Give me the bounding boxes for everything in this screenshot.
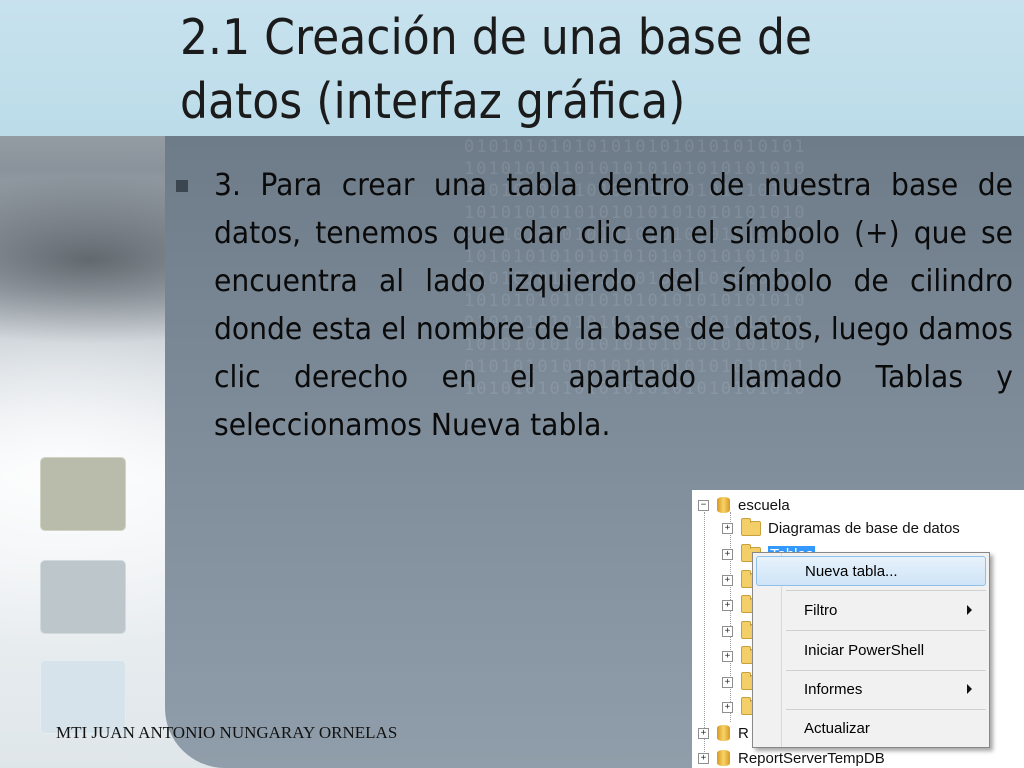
menu-separator [786,630,986,631]
menu-item-filtro[interactable]: Filtro [756,595,984,625]
expand-icon[interactable]: + [698,752,709,764]
database-cylinder-icon [717,725,730,741]
menu-item-label: Nueva tabla... [805,562,898,580]
menu-separator [786,709,986,710]
tree-node-label: Diagramas de base de datos [768,519,960,537]
expand-icon[interactable]: + [722,676,733,688]
expand-icon[interactable]: + [722,650,733,662]
submenu-arrow-icon [967,684,972,694]
menu-item-actualizar[interactable]: Actualizar [756,713,984,743]
menu-separator [786,670,986,671]
submenu-arrow-icon [967,605,972,615]
menu-item-label: Actualizar [804,719,870,737]
tree-node-diagrams[interactable]: + Diagramas de base de datos [722,517,960,539]
tree-node-database-partial[interactable]: + ReportServerTempDB [698,747,885,768]
expand-icon[interactable]: + [722,701,733,713]
database-cylinder-icon [717,750,730,766]
menu-separator [786,590,986,591]
expand-icon[interactable]: + [722,574,733,586]
expand-icon[interactable]: + [722,548,733,560]
menu-item-informes[interactable]: Informes [756,674,984,704]
menu-item-label: Filtro [804,601,838,619]
tree-node-label: escuela [738,496,790,514]
tree-node-label: ReportServerTempDB [738,749,885,767]
context-menu: Nueva tabla... Filtro Iniciar PowerShell… [752,552,990,748]
menu-item-label: Informes [804,680,863,698]
folder-icon [741,517,761,536]
database-cylinder-icon [717,497,730,513]
decorative-square-1 [40,457,126,531]
slide-title: 2.1 Creación de una base de datos (inter… [180,9,813,130]
bullet-text: 3. Para crear una tabla dentro de nuestr… [214,168,1013,443]
tree-node-database[interactable]: − escuela [698,494,790,516]
expand-icon[interactable]: + [698,727,709,739]
menu-item-iniciar-powershell[interactable]: Iniciar PowerShell [756,635,984,665]
slide: 0101010101010101010101010101 10101010101… [0,0,1024,768]
tree-node-database-partial[interactable]: + R [698,722,749,744]
collapse-icon[interactable]: − [698,499,709,511]
tree-node-label: R [738,724,749,742]
expand-icon[interactable]: + [722,599,733,611]
expand-icon[interactable]: + [722,625,733,637]
decorative-square-2 [40,560,126,634]
footer-author: MTI JUAN ANTONIO NUNGARAY ORNELAS [56,723,398,742]
expand-icon[interactable]: + [722,522,733,534]
menu-item-label: Iniciar PowerShell [804,641,925,659]
bullet-square-icon [176,180,188,192]
menu-item-nueva-tabla[interactable]: Nueva tabla... [756,556,986,586]
